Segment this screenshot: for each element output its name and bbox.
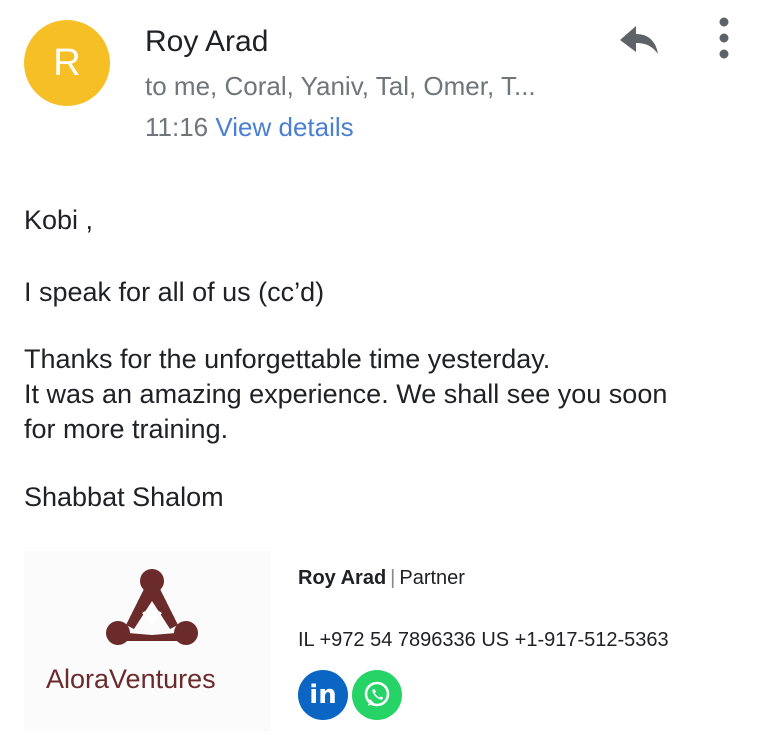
company-name: AloraVentures (46, 664, 216, 694)
signature-name-row: Roy Arad | Partner (298, 567, 465, 590)
sender-name: Roy Arad (145, 25, 269, 58)
signature-name: Roy Arad (298, 567, 387, 589)
alora-logo-icon (106, 569, 198, 645)
whatsapp-icon (364, 681, 390, 707)
reply-button[interactable] (612, 20, 662, 62)
sent-time: 11:16 (145, 112, 209, 142)
reply-icon (620, 26, 658, 54)
signature-role: Partner (399, 567, 465, 589)
company-logo-block: AloraVentures (24, 551, 271, 731)
signature-separator: | (390, 567, 396, 589)
linkedin-icon: in (309, 680, 337, 710)
view-details-link[interactable]: View details (215, 112, 353, 142)
body-line: It was an amazing experience. We shall s… (24, 379, 668, 409)
whatsapp-button[interactable] (352, 670, 402, 720)
greeting: Kobi , (24, 205, 94, 235)
more-options-button[interactable] (706, 14, 742, 64)
time-row: 11:16 View details (145, 109, 354, 145)
avatar-letter: R (53, 41, 81, 84)
body-line: Thanks for the unforgettable time yester… (24, 344, 551, 374)
sender-avatar[interactable]: R (24, 20, 110, 106)
signature-phones[interactable]: IL +972 54 7896336 US +1-917-512-5363 (298, 629, 669, 652)
linkedin-button[interactable]: in (298, 670, 348, 720)
closing: Shabbat Shalom (24, 482, 224, 512)
more-vert-icon (719, 17, 729, 59)
recipients-line[interactable]: to me, Coral, Yaniv, Tal, Omer, T... (145, 68, 536, 104)
body-line: for more training. (24, 414, 229, 444)
body-line: I speak for all of us (cc’d) (24, 277, 325, 307)
